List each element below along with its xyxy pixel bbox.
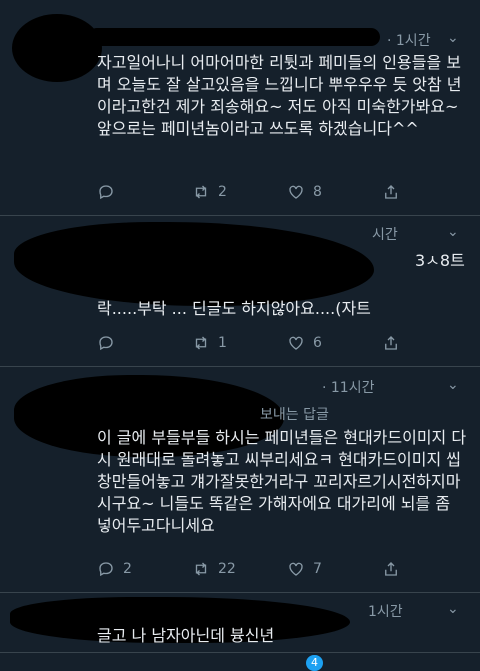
tweet-text: 락.....부탁 ... 딘글도 하지않아요....(자트 bbox=[97, 299, 371, 318]
chevron-down-icon[interactable]: ⌄ bbox=[447, 377, 459, 393]
tweet-actions: 1 6 bbox=[97, 334, 457, 356]
share-icon bbox=[385, 185, 397, 199]
share-button[interactable] bbox=[382, 183, 408, 201]
redacted-username bbox=[88, 28, 380, 46]
tweet[interactable]: · 1시간 ⌄ 자고일어나니 어마어마한 리튓과 페미들의 인용들을 보며 오늘… bbox=[0, 0, 480, 216]
tweet-time: · 11시간 bbox=[322, 380, 375, 396]
reply-icon bbox=[99, 562, 113, 577]
tweet-text: 이 글에 부들부들 하시는 페미년들은 현대카드이미지 다시 원래대로 돌려놓고… bbox=[97, 428, 467, 535]
retweet-button[interactable]: 22 bbox=[192, 560, 236, 578]
like-count: 7 bbox=[313, 561, 322, 577]
tweet-time: 1시간 bbox=[368, 604, 403, 620]
reply-button[interactable] bbox=[97, 183, 123, 201]
redacted-avatar-and-name bbox=[14, 222, 374, 306]
chevron-down-icon[interactable]: ⌄ bbox=[447, 601, 459, 617]
share-icon bbox=[385, 562, 397, 576]
heart-icon bbox=[289, 185, 303, 199]
tweet-time: 시간 bbox=[372, 227, 398, 243]
retweet-icon bbox=[195, 336, 207, 350]
reply-icon bbox=[99, 336, 113, 351]
tweet-text-partial: 3ㅅ8트 bbox=[415, 251, 465, 270]
tweet[interactable]: · 11시간 ⌄ 보내는 답글 이 글에 부들부들 하시는 페미년들은 현대카드… bbox=[0, 367, 480, 593]
like-count: 6 bbox=[313, 335, 322, 351]
like-button[interactable]: 7 bbox=[287, 560, 322, 578]
retweet-icon bbox=[195, 185, 207, 199]
retweet-count: 1 bbox=[218, 335, 227, 351]
like-button[interactable]: 6 bbox=[287, 334, 322, 352]
share-button[interactable] bbox=[382, 560, 408, 578]
retweet-count: 2 bbox=[218, 184, 227, 200]
tweet[interactable]: 시간 ⌄ 3ㅅ8트 락.....부탁 ... 딘글도 하지않아요....(자트 … bbox=[0, 216, 480, 367]
chevron-down-icon[interactable]: ⌄ bbox=[447, 224, 459, 240]
tweet-actions: 2 8 bbox=[97, 183, 457, 205]
like-button[interactable]: 8 bbox=[287, 183, 322, 201]
share-button[interactable] bbox=[382, 334, 408, 352]
tweet-time: · 1시간 bbox=[387, 33, 431, 49]
replying-to-label: 보내는 답글 bbox=[260, 407, 329, 423]
heart-icon bbox=[289, 562, 303, 576]
tweet-text: 글고 나 남자아닌데 븅신년 bbox=[97, 626, 275, 645]
retweet-button[interactable]: 1 bbox=[192, 334, 227, 352]
retweet-button[interactable]: 2 bbox=[192, 183, 227, 201]
chevron-down-icon[interactable]: ⌄ bbox=[447, 30, 459, 46]
heart-icon bbox=[289, 336, 303, 350]
reply-button[interactable] bbox=[97, 334, 123, 352]
tweet-actions: 2 22 7 bbox=[97, 560, 457, 582]
reply-count: 2 bbox=[123, 561, 132, 577]
bottom-tab-bar: 4 bbox=[0, 652, 480, 671]
reply-icon bbox=[99, 185, 113, 200]
like-count: 8 bbox=[313, 184, 322, 200]
tweet-text: 자고일어나니 어마어마한 리튓과 페미들의 인용들을 보며 오늘도 잘 살고있음… bbox=[97, 53, 462, 138]
notification-badge[interactable]: 4 bbox=[306, 655, 323, 671]
retweet-count: 22 bbox=[218, 561, 236, 577]
tweet[interactable]: 1시간 ⌄ 글고 나 남자아닌데 븅신년 bbox=[0, 593, 480, 652]
retweet-icon bbox=[195, 562, 207, 576]
reply-button[interactable]: 2 bbox=[97, 560, 132, 578]
redacted-avatar-and-name bbox=[12, 14, 102, 82]
share-icon bbox=[385, 336, 397, 350]
